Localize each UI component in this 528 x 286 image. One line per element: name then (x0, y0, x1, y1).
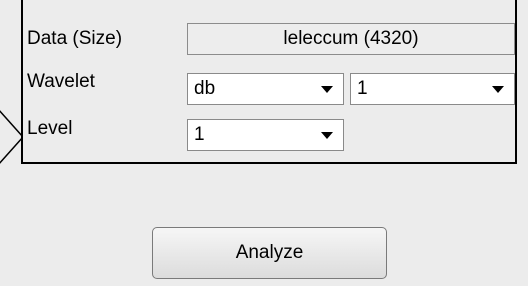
data-size-display: leleccum (4320) (187, 23, 515, 55)
chevron-down-icon[interactable] (321, 131, 333, 139)
chevron-down-icon[interactable] (321, 85, 333, 93)
data-size-label: Data (Size) (27, 28, 123, 49)
wavelet-label: Wavelet (27, 71, 95, 92)
wavelet-order-select[interactable]: 1 (350, 73, 515, 105)
level-select[interactable]: 1 (187, 119, 344, 151)
level-value: 1 (194, 124, 205, 145)
data-size-value: leleccum (4320) (283, 28, 419, 49)
chevron-down-icon[interactable] (492, 85, 504, 93)
wavelet-order-value: 1 (357, 78, 368, 99)
analyze-button[interactable]: Analyze (152, 227, 387, 279)
level-label: Level (27, 118, 73, 139)
wavelet-family-select[interactable]: db (187, 73, 344, 105)
wavelet-family-value: db (194, 78, 216, 99)
